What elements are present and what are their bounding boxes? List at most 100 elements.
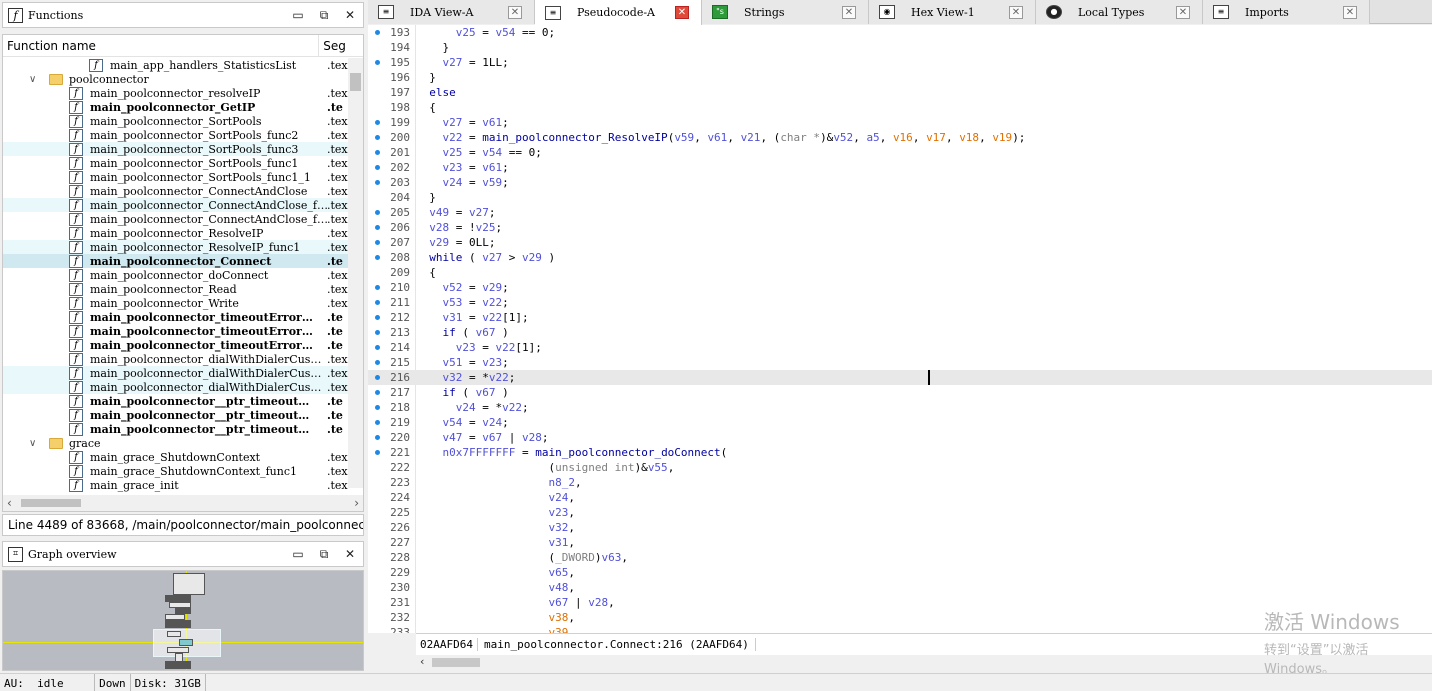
col-segment[interactable]: Seg	[319, 35, 363, 56]
tab-ida-view-a[interactable]: ≡ IDA View-A ✕	[368, 0, 535, 24]
function-row[interactable]: f main_poolconnector_Connect .te	[3, 254, 349, 268]
vertical-scrollbar[interactable]	[348, 58, 363, 488]
code-line[interactable]: 228 (_DWORD)v63,	[368, 550, 1432, 565]
breakpoint-dot-icon[interactable]	[375, 360, 380, 365]
code-line[interactable]: 226 v32,	[368, 520, 1432, 535]
breakpoint-dot-icon[interactable]	[375, 375, 380, 380]
function-row[interactable]: f main_poolconnector_dialWithDialerCus… .t…	[3, 380, 349, 394]
code-line[interactable]: 194 }	[368, 40, 1432, 55]
scroll-thumb[interactable]	[21, 499, 81, 507]
function-row[interactable]: f main_poolconnector_ResolveIP .tex	[3, 226, 349, 240]
function-row[interactable]: f main_poolconnector_SortPools .tex	[3, 114, 349, 128]
tab-imports[interactable]: ≡ Imports ✕	[1203, 0, 1370, 24]
function-row[interactable]: f main_app_handlers_StatisticsList .tex	[3, 58, 349, 72]
function-row[interactable]: f main_poolconnector_doConnect .tex	[3, 268, 349, 282]
breakpoint-dot-icon[interactable]	[375, 255, 380, 260]
code-line[interactable]: 196 }	[368, 70, 1432, 85]
function-row[interactable]: f main_poolconnector_ConnectAndClose_f… .t…	[3, 198, 349, 212]
breakpoint-dot-icon[interactable]	[375, 240, 380, 245]
code-line[interactable]: 216 v32 = *v22;	[368, 370, 1432, 385]
function-row[interactable]: f main_grace_ShutdownContext_func1 .tex	[3, 464, 349, 478]
close-icon[interactable]: ✕	[337, 8, 363, 22]
folder-row[interactable]: ∨ poolconnector	[3, 72, 349, 86]
code-line[interactable]: 197 else	[368, 85, 1432, 100]
function-row[interactable]: f main_poolconnector_ResolveIP_func1 .tex	[3, 240, 349, 254]
breakpoint-dot-icon[interactable]	[375, 300, 380, 305]
scroll-left-icon[interactable]: ‹	[420, 655, 424, 668]
breakpoint-dot-icon[interactable]	[375, 225, 380, 230]
tab-close-icon[interactable]: ✕	[1009, 5, 1023, 19]
function-row[interactable]: f main_poolconnector_timeoutError… .te	[3, 338, 349, 352]
breakpoint-dot-icon[interactable]	[375, 120, 380, 125]
breakpoint-dot-icon[interactable]	[375, 450, 380, 455]
code-line[interactable]: 215 v51 = v23;	[368, 355, 1432, 370]
function-row[interactable]: f main_poolconnector_ConnectAndClose .tex	[3, 184, 349, 198]
function-row[interactable]: f main_poolconnector_dialWithDialerCus… .t…	[3, 352, 349, 366]
code-line[interactable]: 206 v28 = !v25;	[368, 220, 1432, 235]
code-line[interactable]: 201 v25 = v54 == 0;	[368, 145, 1432, 160]
breakpoint-dot-icon[interactable]	[375, 285, 380, 290]
function-row[interactable]: f main_poolconnector_timeoutError… .te	[3, 310, 349, 324]
code-line[interactable]: 224 v24,	[368, 490, 1432, 505]
breakpoint-dot-icon[interactable]	[375, 180, 380, 185]
function-row[interactable]: f main_poolconnector__ptr_timeout… .te	[3, 422, 349, 436]
code-line[interactable]: 203 v24 = v59;	[368, 175, 1432, 190]
breakpoint-dot-icon[interactable]	[375, 405, 380, 410]
code-line[interactable]: 200 v22 = main_poolconnector_ResolveIP(v…	[368, 130, 1432, 145]
breakpoint-dot-icon[interactable]	[375, 210, 380, 215]
graph-overview[interactable]	[2, 570, 364, 671]
function-row[interactable]: f main_poolconnector_resolveIP .tex	[3, 86, 349, 100]
scroll-thumb[interactable]	[432, 658, 480, 667]
tab-pseudocode-a[interactable]: ≡ Pseudocode-A ✕	[535, 0, 702, 25]
tab-close-icon[interactable]: ✕	[675, 6, 689, 19]
tab-close-icon[interactable]: ✕	[842, 5, 856, 19]
close-icon[interactable]: ✕	[337, 547, 363, 561]
function-row[interactable]: f main_poolconnector_SortPools_func1_1 .te…	[3, 170, 349, 184]
function-row[interactable]: f main_grace_init .tex	[3, 478, 349, 492]
code-line[interactable]: 195 v27 = 1LL;	[368, 55, 1432, 70]
code-line[interactable]: 198 {	[368, 100, 1432, 115]
col-function-name[interactable]: Function name	[3, 35, 320, 56]
function-row[interactable]: f main_poolconnector_GetIP .te	[3, 100, 349, 114]
minimize-icon[interactable]: ▭	[285, 8, 311, 22]
breakpoint-dot-icon[interactable]	[375, 135, 380, 140]
code-line[interactable]: 225 v23,	[368, 505, 1432, 520]
code-line[interactable]: 212 v31 = v22[1];	[368, 310, 1432, 325]
breakpoint-dot-icon[interactable]	[375, 420, 380, 425]
code-line[interactable]: 199 v27 = v61;	[368, 115, 1432, 130]
tab-close-icon[interactable]: ✕	[1176, 5, 1190, 19]
code-line[interactable]: 214 v23 = v22[1];	[368, 340, 1432, 355]
code-line[interactable]: 211 v53 = v22;	[368, 295, 1432, 310]
code-line[interactable]: 217 if ( v67 )	[368, 385, 1432, 400]
float-icon[interactable]: ⧉	[311, 8, 337, 23]
code-line[interactable]: 222 (unsigned int)&v55,	[368, 460, 1432, 475]
function-row[interactable]: f main_poolconnector_SortPools_func3 .tex	[3, 142, 349, 156]
code-line[interactable]: 218 v24 = *v22;	[368, 400, 1432, 415]
function-row[interactable]: f main_poolconnector_SortPools_func2 .tex	[3, 128, 349, 142]
breakpoint-dot-icon[interactable]	[375, 150, 380, 155]
tab-hex-view-1[interactable]: ◉ Hex View-1 ✕	[869, 0, 1036, 24]
code-line[interactable]: 219 v54 = v24;	[368, 415, 1432, 430]
tab-close-icon[interactable]: ✕	[1343, 5, 1357, 19]
code-line[interactable]: 223 n8_2,	[368, 475, 1432, 490]
code-line[interactable]: 204 }	[368, 190, 1432, 205]
expand-chevron-icon[interactable]: ∨	[29, 74, 36, 85]
folder-row[interactable]: ∨ grace	[3, 436, 349, 450]
code-line[interactable]: 230 v48,	[368, 580, 1432, 595]
function-row[interactable]: f main_poolconnector__ptr_timeout… .te	[3, 394, 349, 408]
float-icon[interactable]: ⧉	[311, 547, 337, 562]
breakpoint-dot-icon[interactable]	[375, 165, 380, 170]
function-list[interactable]: Function name Seg f main_app_handlers_Sta…	[2, 34, 364, 512]
code-line[interactable]: 227 v31,	[368, 535, 1432, 550]
breakpoint-dot-icon[interactable]	[375, 435, 380, 440]
code-line[interactable]: 220 v47 = v67 | v28;	[368, 430, 1432, 445]
breakpoint-dot-icon[interactable]	[375, 60, 380, 65]
tab-local-types[interactable]: ● Local Types ✕	[1036, 0, 1203, 24]
function-row[interactable]: f main_poolconnector_timeoutError… .te	[3, 324, 349, 338]
code-line[interactable]: 213 if ( v67 )	[368, 325, 1432, 340]
function-row[interactable]: f main_poolconnector__ptr_timeout… .te	[3, 408, 349, 422]
scroll-right-icon[interactable]: ›	[354, 496, 359, 510]
breakpoint-dot-icon[interactable]	[375, 30, 380, 35]
scroll-thumb[interactable]	[350, 73, 361, 91]
scroll-left-icon[interactable]: ‹	[7, 496, 12, 510]
